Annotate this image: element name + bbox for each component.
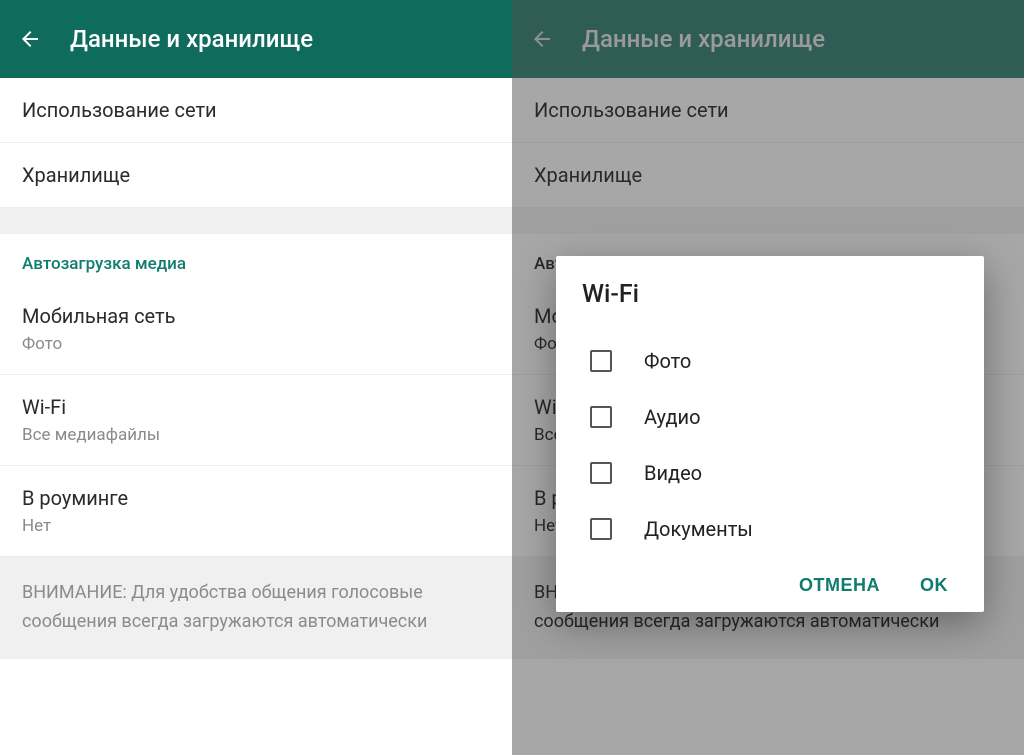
ok-button[interactable]: OK	[920, 575, 948, 596]
checkbox-icon[interactable]	[590, 406, 612, 428]
app-header: Данные и хранилище	[0, 0, 512, 78]
row-label: Wi-Fi	[22, 395, 490, 419]
info-note: ВНИМАНИЕ: Для удобства общения голосовые…	[0, 557, 512, 659]
option-label: Документы	[644, 517, 753, 541]
row-wifi[interactable]: Wi-Fi Все медиафайлы	[0, 375, 512, 466]
page-title: Данные и хранилище	[70, 25, 313, 53]
option-label: Видео	[644, 461, 702, 485]
row-sub: Нет	[22, 516, 490, 536]
cancel-button[interactable]: ОТМЕНА	[799, 575, 880, 596]
row-network-usage[interactable]: Использование сети	[512, 78, 1024, 143]
section-header-autoload: Автозагрузка медиа	[0, 234, 512, 284]
row-label: Хранилище	[534, 163, 1002, 187]
option-photo[interactable]: Фото	[582, 333, 958, 389]
option-label: Фото	[644, 349, 691, 373]
row-network-usage[interactable]: Использование сети	[0, 78, 512, 143]
row-mobile-network[interactable]: Мобильная сеть Фото	[0, 284, 512, 375]
row-roaming[interactable]: В роуминге Нет	[0, 466, 512, 557]
section-gap	[512, 208, 1024, 234]
wifi-dialog: Wi-Fi Фото Аудио Видео Документы ОТМЕНА …	[556, 256, 984, 612]
row-label: Использование сети	[22, 98, 490, 122]
row-sub: Все медиафайлы	[22, 425, 490, 445]
settings-screen-left: Данные и хранилище Использование сети Хр…	[0, 0, 512, 755]
checkbox-icon[interactable]	[590, 350, 612, 372]
option-docs[interactable]: Документы	[582, 501, 958, 557]
option-label: Аудио	[644, 405, 701, 429]
app-header: Данные и хранилище	[512, 0, 1024, 78]
checkbox-icon[interactable]	[590, 518, 612, 540]
dialog-title: Wi-Fi	[582, 280, 958, 309]
section-gap	[0, 208, 512, 234]
page-title: Данные и хранилище	[582, 25, 825, 53]
dialog-actions: ОТМЕНА OK	[582, 575, 958, 596]
checkbox-icon[interactable]	[590, 462, 612, 484]
row-label: Мобильная сеть	[22, 304, 490, 328]
option-audio[interactable]: Аудио	[582, 389, 958, 445]
settings-screen-right: Данные и хранилище Использование сети Хр…	[512, 0, 1024, 755]
back-arrow-icon[interactable]	[18, 27, 42, 51]
row-sub: Фото	[22, 334, 490, 354]
row-label: В роуминге	[22, 486, 490, 510]
back-arrow-icon[interactable]	[530, 27, 554, 51]
row-storage[interactable]: Хранилище	[0, 143, 512, 208]
row-label: Хранилище	[22, 163, 490, 187]
row-label: Использование сети	[534, 98, 1002, 122]
option-video[interactable]: Видео	[582, 445, 958, 501]
row-storage[interactable]: Хранилище	[512, 143, 1024, 208]
